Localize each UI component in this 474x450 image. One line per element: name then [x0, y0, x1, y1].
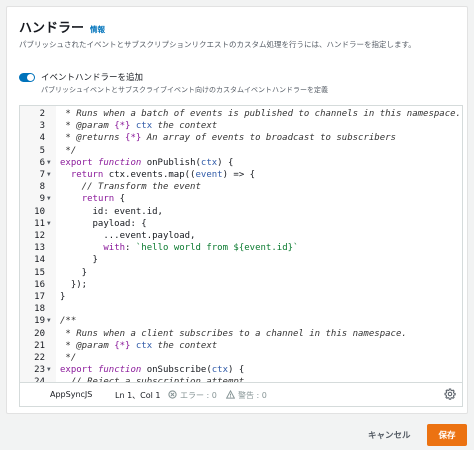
code-line[interactable]: 3 * @param {*} ctx the context [20, 120, 462, 132]
line-number: 23 [34, 365, 45, 376]
language-indicator: AppSyncJS [50, 390, 93, 399]
code-line[interactable]: 10 id: event.id, [20, 206, 462, 218]
line-number: 13 [34, 243, 45, 254]
code-line[interactable]: 6 ▼ export function onPublish(ctx) { [20, 157, 462, 169]
line-number: 21 [34, 340, 45, 351]
code-line[interactable]: 19 ▼ /** [20, 315, 462, 327]
code-text: with: `hello world from ${event.id}` [103, 243, 299, 254]
line-number: 18 [34, 304, 45, 315]
line-number: 16 [34, 279, 45, 290]
code-line[interactable]: 12 ...event.payload, [20, 230, 462, 242]
line-number: 11 [34, 218, 45, 229]
handler-panel: ハンドラー 情報 パブリッシュされたイベントとサブスクリプションリクエストのカス… [6, 6, 468, 414]
code-text: /** [60, 316, 77, 327]
line-number: 10 [34, 206, 45, 217]
code-text: return ctx.events.map((event) => { [70, 170, 256, 180]
fold-chevron-icon[interactable]: ▼ [47, 157, 55, 169]
code-text: } [60, 292, 66, 302]
error-icon [168, 390, 177, 399]
fold-chevron-icon[interactable]: ▼ [47, 315, 55, 327]
code-text: } [60, 255, 98, 266]
code-text: }); [60, 279, 88, 290]
code-line[interactable]: 9 ▼ return { [20, 193, 462, 205]
code-editor[interactable]: 2 * Runs when a batch of events is publi… [19, 105, 463, 407]
cursor-position: Ln 1、Col 1 [115, 391, 161, 400]
fold-chevron-icon[interactable]: ▼ [47, 169, 55, 181]
line-number: 14 [34, 255, 45, 266]
editor-status-bar: AppSyncJS Ln 1、Col 1 エラー : 0 警告 : 0 [20, 382, 462, 406]
warning-icon [226, 390, 235, 399]
line-number: 8 [39, 182, 45, 193]
toggle-label: イベントハンドラーを追加 [41, 73, 144, 83]
error-count-label: エラー : 0 [180, 391, 217, 400]
code-line[interactable]: 18 [20, 303, 462, 315]
code-line[interactable]: 8 // Transform the event [20, 181, 462, 193]
warning-count[interactable]: 警告 : 0 [226, 390, 267, 401]
fold-chevron-icon[interactable]: ▼ [47, 364, 55, 376]
code-line[interactable]: 15 } [20, 267, 462, 279]
fold-chevron-icon[interactable]: ▼ [47, 193, 55, 205]
title-row: ハンドラー 情報 [19, 17, 105, 36]
code-line[interactable]: 2 * Runs when a batch of events is publi… [20, 108, 462, 120]
code-text: payload: { [60, 218, 147, 229]
info-link[interactable]: 情報 [90, 24, 105, 35]
fold-chevron-icon[interactable]: ▼ [47, 218, 55, 230]
code-text: * Runs when a batch of events is publish… [60, 109, 461, 119]
save-button[interactable]: 保存 [427, 424, 467, 446]
line-number: 20 [34, 328, 45, 339]
toggle-description: パブリッシュイベントとサブスクライブイベント向けのカスタムイベントハンドラーを定… [41, 86, 328, 94]
line-number: 6 [39, 157, 45, 168]
line-number: 3 [39, 121, 45, 132]
line-number: 7 [39, 170, 45, 180]
code-text: ...event.payload, [60, 231, 196, 241]
code-text: // Transform the event [60, 182, 201, 193]
code-text: * @param {*} ctx the context [60, 121, 218, 132]
cancel-button[interactable]: キャンセル [358, 424, 421, 446]
warning-count-label: 警告 : 0 [238, 391, 267, 400]
code-text: export function onSubscribe(ctx) { [60, 365, 245, 376]
line-number: 15 [34, 267, 45, 278]
handler-description: パブリッシュされたイベントとサブスクリプションリクエストのカスタム処理を行うには… [19, 40, 416, 49]
code-line[interactable]: 21 * @param {*} ctx the context [20, 340, 462, 352]
code-line[interactable]: 13 with: `hello world from ${event.id}` [20, 242, 462, 254]
code-text: * @returns {*} An array of events to bro… [60, 133, 396, 144]
line-number: 5 [39, 145, 45, 156]
code-line[interactable]: 20 * Runs when a client subscribes to a … [20, 328, 462, 340]
code-line[interactable]: 4 * @returns {*} An array of events to b… [20, 132, 462, 144]
code-area[interactable]: 2 * Runs when a batch of events is publi… [20, 106, 462, 382]
line-number: 17 [34, 292, 45, 302]
line-number: 22 [34, 353, 45, 363]
code-text: */ [60, 353, 77, 363]
toggle-knob [27, 74, 34, 81]
code-text: */ [60, 145, 77, 156]
code-text: * @param {*} ctx the context [60, 340, 218, 351]
code-line[interactable]: 16 }); [20, 279, 462, 291]
error-count[interactable]: エラー : 0 [168, 390, 217, 401]
code-text: } [60, 267, 88, 278]
code-line[interactable]: 23 ▼ export function onSubscribe(ctx) { [20, 364, 462, 376]
code-line[interactable]: 5 */ [20, 145, 462, 157]
code-text: id: event.id, [60, 206, 163, 217]
code-line[interactable]: 17} [20, 291, 462, 303]
line-number: 12 [34, 231, 45, 241]
line-number: 4 [39, 133, 45, 144]
line-number: 19 [34, 316, 45, 327]
code-text: export function onPublish(ctx) { [60, 157, 234, 168]
gear-icon[interactable] [444, 388, 456, 400]
line-number: 9 [39, 194, 45, 205]
code-line[interactable]: 7 ▼ return ctx.events.map((event) => { [20, 169, 462, 181]
code-text: return { [81, 194, 126, 205]
event-handler-toggle[interactable] [19, 73, 35, 82]
page-title: ハンドラー [19, 21, 85, 36]
code-line[interactable]: 11 ▼ payload: { [20, 218, 462, 230]
line-number: 2 [39, 109, 45, 119]
code-line[interactable]: 14 } [20, 254, 462, 266]
code-text: * Runs when a client subscribes to a cha… [60, 328, 407, 339]
code-line[interactable]: 22 */ [20, 352, 462, 364]
